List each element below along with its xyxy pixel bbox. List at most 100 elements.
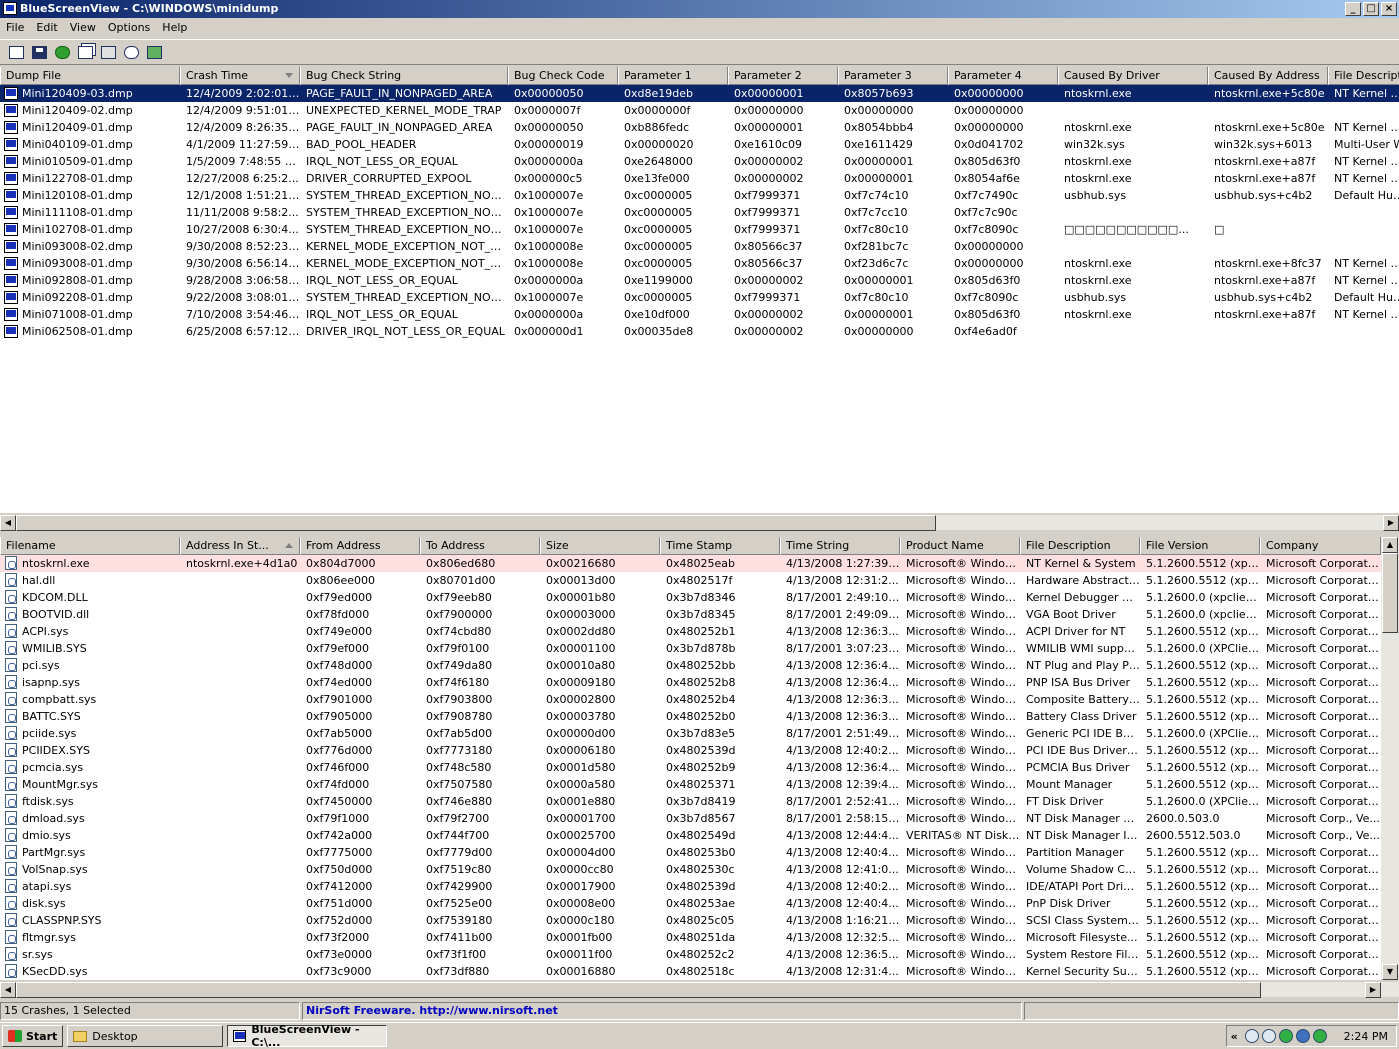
table-row[interactable]: ftdisk.sys 0xf7450000 0xf746e880 0x0001e880… (0, 793, 1381, 810)
taskbar-desktop[interactable]: Desktop (67, 1025, 224, 1047)
driver-col-header-10[interactable]: Company (1260, 537, 1381, 555)
table-row[interactable]: pcmcia.sys 0xf746f000 0xf748c580 0x0001d580… (0, 759, 1381, 776)
table-row[interactable]: dmio.sys 0xf742a000 0xf744f700 0x00025700 0x… (0, 827, 1381, 844)
table-row[interactable]: Mini010509-01.dmp 1/5/2009 7:48:55 AM IRQL… (0, 153, 1399, 170)
driver-col-header-3[interactable]: To Address (420, 537, 540, 555)
properties-button[interactable] (98, 42, 119, 62)
table-row[interactable]: Mini071008-01.dmp 7/10/2008 3:54:46 PM IRQ… (0, 306, 1399, 323)
crash-col-header-7[interactable]: Parameter 4 (948, 67, 1058, 85)
display-icon[interactable] (1244, 1029, 1259, 1043)
driver-col-header-7[interactable]: Product Name (900, 537, 1020, 555)
scroll-thumb[interactable] (16, 515, 936, 531)
save-button[interactable] (29, 42, 50, 62)
driver-col-header-1[interactable]: Address In St... (180, 537, 300, 555)
table-row[interactable]: Mini120409-01.dmp 12/4/2009 8:26:35 ... PA… (0, 119, 1399, 136)
table-row[interactable]: Mini120108-01.dmp 12/1/2008 1:51:21 PM SYS… (0, 187, 1399, 204)
table-row[interactable]: MountMgr.sys 0xf74fd000 0xf7507580 0x0000a5… (0, 776, 1381, 793)
menu-options[interactable]: Options (102, 19, 156, 37)
clock[interactable]: 2:24 PM (1344, 1030, 1388, 1043)
table-row[interactable]: BOOTVID.dll 0xf78fd000 0xf7900000 0x0000300… (0, 606, 1381, 623)
network-icon[interactable] (1261, 1029, 1276, 1043)
menu-edit[interactable]: Edit (30, 19, 63, 37)
scroll-up-button[interactable]: ▲ (1382, 537, 1398, 553)
scroll-right-button-2[interactable]: ▶ (1365, 982, 1381, 998)
security-icon[interactable] (1278, 1029, 1293, 1043)
crash-col-header-6[interactable]: Parameter 3 (838, 67, 948, 85)
driver-col-header-6[interactable]: Time String (780, 537, 900, 555)
table-row[interactable]: Mini092808-01.dmp 9/28/2008 3:06:58 PM IRQ… (0, 272, 1399, 289)
driver-col-header-0[interactable]: Filename (0, 537, 180, 555)
driver-list-vscrollbar[interactable]: ▲ ▼ (1381, 537, 1399, 980)
crash-col-header-0[interactable]: Dump File (0, 67, 180, 85)
crash-col-header-8[interactable]: Caused By Driver (1058, 67, 1208, 85)
close-button[interactable]: × (1381, 2, 1397, 16)
table-row[interactable]: PartMgr.sys 0xf7775000 0xf7779d00 0x00004d0… (0, 844, 1381, 861)
table-row[interactable]: Mini093008-01.dmp 9/30/2008 6:56:14 ... KE… (0, 255, 1399, 272)
crash-list-hscrollbar[interactable]: ◀ ▶ (0, 514, 1399, 531)
table-row[interactable]: pci.sys 0xf748d000 0xf749da80 0x00010a80 0x4… (0, 657, 1381, 674)
crash-col-header-9[interactable]: Caused By Address (1208, 67, 1328, 85)
crash-col-header-2[interactable]: Bug Check String (300, 67, 508, 85)
nirsoft-link[interactable]: NirSoft Freeware. http://www.nirsoft.net (302, 1002, 1022, 1020)
crash-col-header-1[interactable]: Crash Time (180, 67, 300, 85)
crash-list[interactable]: Dump File Crash Time Bug Check String Bug C… (0, 67, 1399, 513)
menu-view[interactable]: View (64, 19, 102, 37)
driver-col-header-5[interactable]: Time Stamp (660, 537, 780, 555)
table-row[interactable]: Mini093008-02.dmp 9/30/2008 8:52:23 ... KE… (0, 238, 1399, 255)
update-icon[interactable] (1295, 1029, 1310, 1043)
table-row[interactable]: ACPI.sys 0xf749e000 0xf74cbd80 0x0002dd80 0x… (0, 623, 1381, 640)
taskbar-bluescreenview[interactable]: BlueScreenView - C:\... (227, 1023, 388, 1049)
table-row[interactable]: KSecDD.sys 0xf73c9000 0xf73df880 0x00016880… (0, 963, 1381, 980)
driver-col-header-8[interactable]: File Description (1020, 537, 1140, 555)
table-row[interactable]: compbatt.sys 0xf7901000 0xf7903800 0x000028… (0, 691, 1381, 708)
table-row[interactable]: WMILIB.SYS 0xf79ef000 0xf79f0100 0x00001100… (0, 640, 1381, 657)
scroll-thumb-2[interactable] (16, 982, 1261, 998)
table-row[interactable]: hal.dll 0x806ee000 0x80701d00 0x00013d00 0x4… (0, 572, 1381, 589)
table-row[interactable]: CLASSPNP.SYS 0xf752d000 0xf7539180 0x0000c1… (0, 912, 1381, 929)
table-row[interactable]: Mini120409-02.dmp 12/4/2009 9:51:01 ... UN… (0, 102, 1399, 119)
scroll-left-button-2[interactable]: ◀ (0, 982, 16, 998)
maximize-button[interactable]: □ (1363, 2, 1379, 16)
menu-help[interactable]: Help (156, 19, 193, 37)
table-row[interactable]: VolSnap.sys 0xf750d000 0xf7519c80 0x0000cc8… (0, 861, 1381, 878)
copy-button[interactable] (75, 42, 96, 62)
scroll-left-button[interactable]: ◀ (0, 515, 16, 531)
scroll-right-button[interactable]: ▶ (1383, 515, 1399, 531)
table-row[interactable]: Mini040109-01.dmp 4/1/2009 11:27:59 ... BA… (0, 136, 1399, 153)
tray-expand-chevron[interactable]: « (1231, 1030, 1238, 1043)
table-row[interactable]: BATTC.SYS 0xf7905000 0xf7908780 0x00003780 0… (0, 708, 1381, 725)
table-row[interactable]: Mini111108-01.dmp 11/11/2008 9:58:2... SYS… (0, 204, 1399, 221)
find-button[interactable] (121, 42, 142, 62)
driver-col-header-9[interactable]: File Version (1140, 537, 1260, 555)
table-row[interactable]: Mini122708-01.dmp 12/27/2008 6:25:2... DRI… (0, 170, 1399, 187)
start-button[interactable]: Start (2, 1025, 64, 1047)
properties-list-button[interactable] (6, 42, 27, 62)
table-row[interactable]: disk.sys 0xf751d000 0xf7525e00 0x00008e00 0x… (0, 895, 1381, 912)
driver-col-header-4[interactable]: Size (540, 537, 660, 555)
table-row[interactable]: Mini102708-01.dmp 10/27/2008 6:30:4... SYS… (0, 221, 1399, 238)
crash-col-header-4[interactable]: Parameter 1 (618, 67, 728, 85)
crash-col-header-5[interactable]: Parameter 2 (728, 67, 838, 85)
refresh-button[interactable] (52, 42, 73, 62)
table-row[interactable]: PCIIDEX.SYS 0xf776d000 0xf7773180 0x0000618… (0, 742, 1381, 759)
table-row[interactable]: fltmgr.sys 0xf73f2000 0xf7411b00 0x0001fb00… (0, 929, 1381, 946)
table-row[interactable]: sr.sys 0xf73e0000 0xf73f1f00 0x00011f00 0x48… (0, 946, 1381, 963)
table-row[interactable]: dmload.sys 0xf79f1000 0xf79f2700 0x00001700… (0, 810, 1381, 827)
scroll-down-button[interactable]: ▼ (1382, 964, 1398, 980)
table-row[interactable]: atapi.sys 0xf7412000 0xf7429900 0x00017900 0… (0, 878, 1381, 895)
table-row[interactable]: Mini120409-03.dmp 12/4/2009 2:02:01 PM PAG… (0, 85, 1399, 102)
table-row[interactable]: KDCOM.DLL 0xf79ed000 0xf79eeb80 0x00001b80 0… (0, 589, 1381, 606)
vscroll-thumb[interactable] (1382, 553, 1398, 633)
driver-col-header-2[interactable]: From Address (300, 537, 420, 555)
table-row[interactable]: pciide.sys 0xf7ab5000 0xf7ab5d00 0x00000d00… (0, 725, 1381, 742)
table-row[interactable]: ntoskrnl.exe ntoskrnl.exe+4d1a0 0x804d7000… (0, 555, 1381, 572)
table-row[interactable]: isapnp.sys 0xf74ed000 0xf74f6180 0x00009180… (0, 674, 1381, 691)
antivirus-icon[interactable] (1312, 1029, 1327, 1043)
menu-file[interactable]: File (0, 19, 30, 37)
crash-col-header-3[interactable]: Bug Check Code (508, 67, 618, 85)
table-row[interactable]: Mini092208-01.dmp 9/22/2008 3:08:01 PM SYS… (0, 289, 1399, 306)
crash-col-header-10[interactable]: File Descripti (1328, 67, 1399, 85)
driver-list-hscrollbar[interactable]: ◀ ▶ (0, 981, 1399, 998)
driver-list[interactable]: Filename Address In St... From Address To A… (0, 537, 1381, 980)
minimize-button[interactable]: _ (1345, 2, 1361, 16)
